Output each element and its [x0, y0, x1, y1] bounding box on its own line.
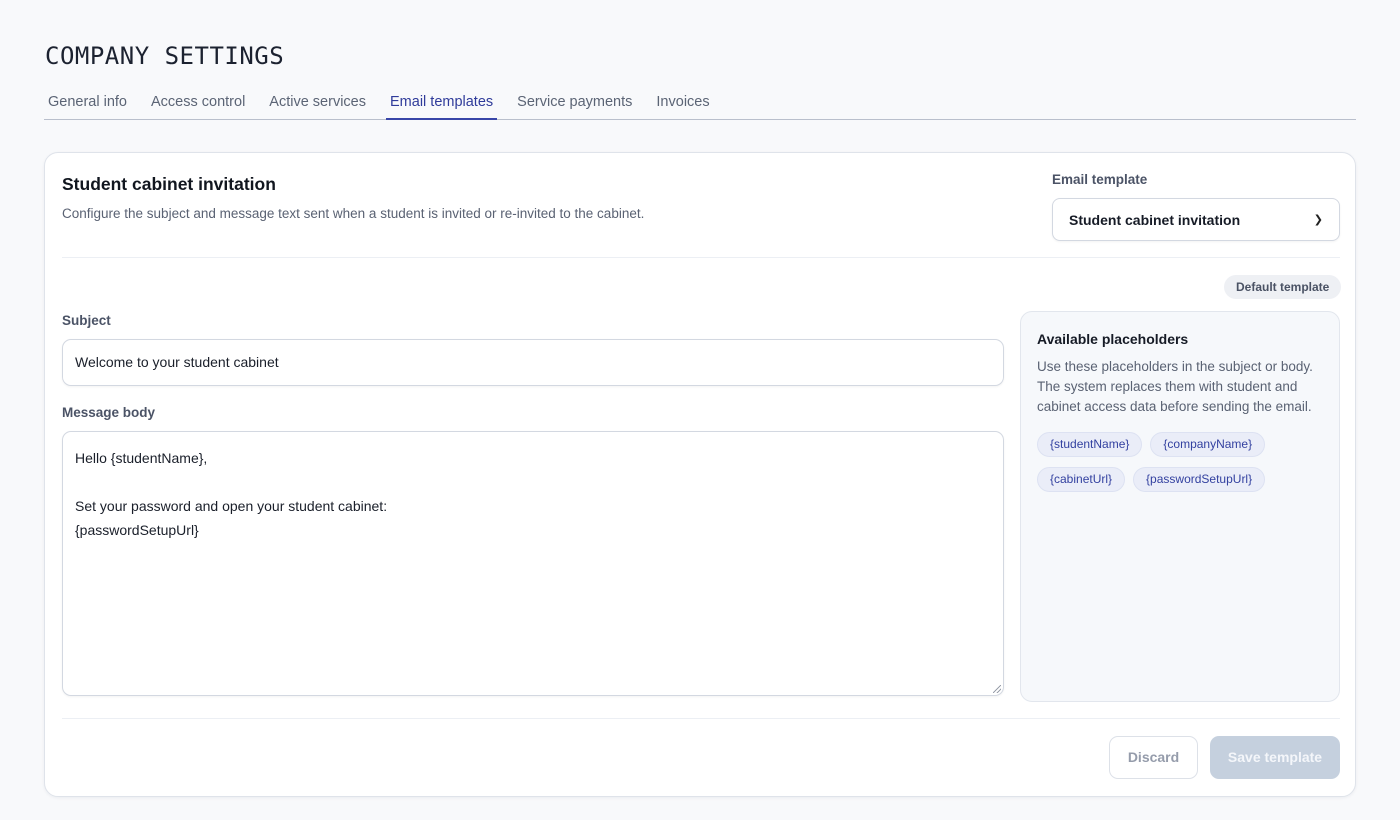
- page-title: COMPANY SETTINGS: [45, 42, 285, 70]
- message-body-textarea[interactable]: Hello {studentName}, Set your password a…: [62, 431, 1004, 696]
- subject-input[interactable]: Welcome to your student cabinet: [62, 339, 1004, 386]
- template-select-value: Student cabinet invitation: [1069, 211, 1241, 228]
- tab-general-info[interactable]: General info: [44, 86, 131, 120]
- divider: [62, 718, 1340, 719]
- discard-button[interactable]: Discard: [1109, 736, 1198, 779]
- body-line: Set your password and open your student …: [75, 498, 388, 514]
- settings-tabs: General info Access control Active servi…: [44, 86, 1356, 120]
- placeholder-chip-password-setup-url[interactable]: {passwordSetupUrl}: [1133, 467, 1266, 492]
- card-description: Configure the subject and message text s…: [62, 206, 645, 221]
- card-title: Student cabinet invitation: [62, 174, 276, 194]
- placeholder-chip-student-name[interactable]: {studentName}: [1037, 432, 1143, 457]
- template-select-label: Email template: [1052, 172, 1148, 187]
- template-select[interactable]: Student cabinet invitation ❯: [1052, 198, 1340, 241]
- divider: [62, 257, 1340, 258]
- placeholders-description: Use these placeholders in the subject or…: [1037, 359, 1313, 414]
- tab-email-templates[interactable]: Email templates: [386, 86, 498, 120]
- placeholders-panel: Available placeholders Use these placeho…: [1020, 311, 1340, 702]
- tab-active-services[interactable]: Active services: [265, 86, 370, 120]
- template-card: Student cabinet invitation Configure the…: [44, 152, 1356, 797]
- placeholder-chips: {studentName} {companyName} {cabinetUrl}…: [1037, 432, 1337, 492]
- subject-label: Subject: [62, 313, 111, 328]
- body-line: {passwordSetupUrl}: [75, 522, 199, 538]
- resize-grip-icon[interactable]: [993, 685, 1001, 693]
- chevron-down-icon: ❯: [1313, 214, 1323, 226]
- tab-service-payments[interactable]: Service payments: [513, 86, 636, 120]
- placeholders-title: Available placeholders: [1037, 331, 1189, 347]
- body-line: [75, 470, 991, 494]
- tab-access-control[interactable]: Access control: [147, 86, 249, 120]
- placeholder-chip-cabinet-url[interactable]: {cabinetUrl}: [1037, 467, 1126, 492]
- save-template-button[interactable]: Save template: [1210, 736, 1340, 779]
- tab-invoices[interactable]: Invoices: [652, 86, 713, 120]
- body-line: Hello {studentName},: [75, 450, 208, 466]
- placeholder-chip-company-name[interactable]: {companyName}: [1150, 432, 1266, 457]
- message-body-label: Message body: [62, 405, 156, 420]
- default-template-badge: Default template: [1224, 275, 1342, 299]
